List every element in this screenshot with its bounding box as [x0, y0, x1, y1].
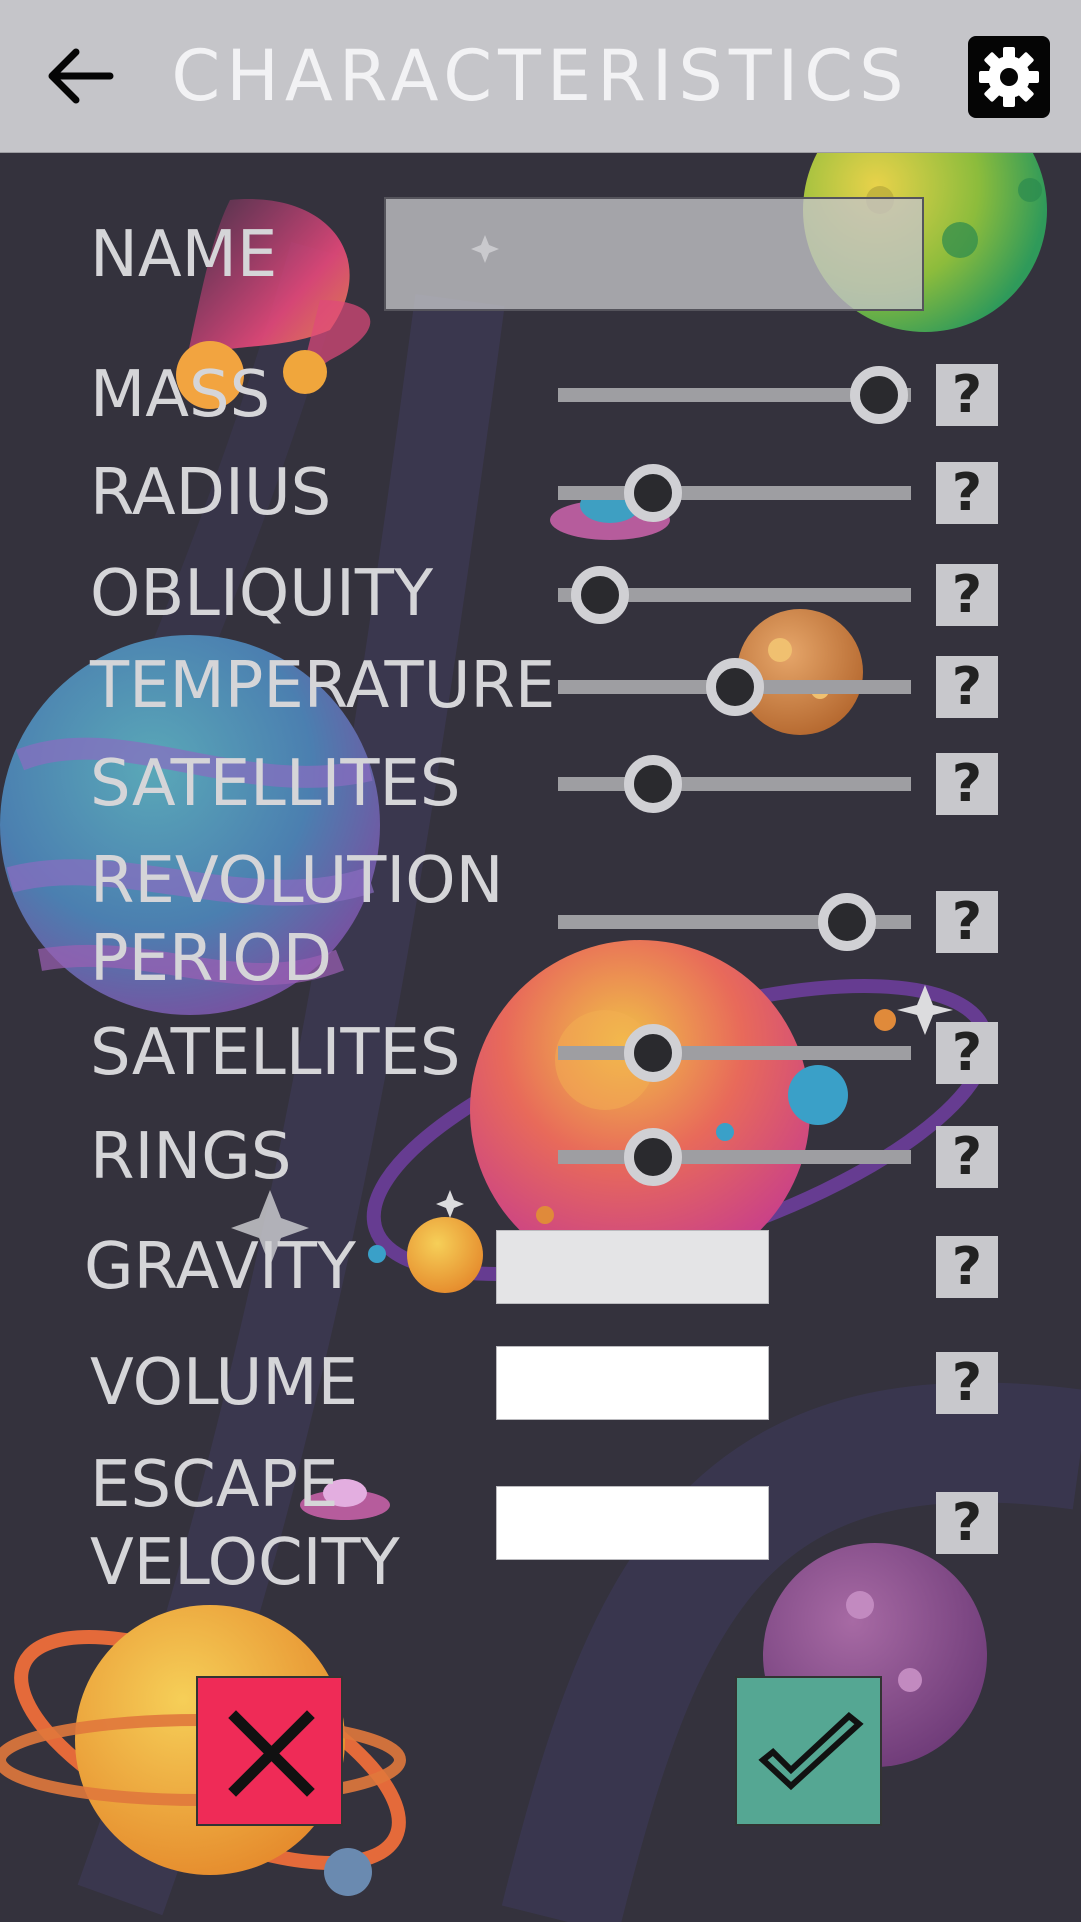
slider-thumb[interactable] [571, 566, 630, 624]
escape-velocity-label-line1: ESCAPE [90, 1448, 339, 1522]
revolution-period-label-line2: PERIOD [90, 922, 333, 996]
revolution-period-help-button[interactable]: ? [936, 891, 998, 953]
radius-slider[interactable] [558, 463, 911, 523]
rings-help-button[interactable]: ? [936, 1126, 998, 1188]
slider-thumb[interactable] [624, 755, 683, 813]
escape-velocity-help-button[interactable]: ? [936, 1492, 998, 1554]
temperature-label: TEMPERATURE [90, 649, 556, 723]
satellites-2-slider[interactable] [558, 1023, 911, 1083]
satellites-help-button[interactable]: ? [936, 753, 998, 815]
radius-help-button[interactable]: ? [936, 462, 998, 524]
gravity-help-button[interactable]: ? [936, 1236, 998, 1298]
radius-label: RADIUS [90, 456, 332, 530]
app-header: CHARACTERISTICS [0, 0, 1081, 153]
rings-label: RINGS [90, 1120, 292, 1194]
revolution-period-slider[interactable] [558, 892, 911, 952]
volume-field[interactable] [496, 1346, 769, 1420]
mass-label: MASS [90, 358, 271, 432]
slider-track [558, 777, 911, 791]
mass-slider[interactable] [558, 365, 911, 425]
mass-help-button[interactable]: ? [936, 364, 998, 426]
escape-velocity-field[interactable] [496, 1486, 769, 1560]
slider-thumb[interactable] [705, 658, 764, 716]
name-label: NAME [90, 218, 278, 292]
satellites-2-help-button[interactable]: ? [936, 1022, 998, 1084]
temperature-help-button[interactable]: ? [936, 656, 998, 718]
satellites-2-label: SATELLITES [90, 1016, 461, 1090]
slider-track [558, 1150, 911, 1164]
slider-track [558, 1046, 911, 1060]
obliquity-help-button[interactable]: ? [936, 564, 998, 626]
name-input[interactable] [384, 197, 924, 311]
slider-track [558, 486, 911, 500]
settings-button[interactable] [968, 36, 1050, 118]
volume-label: VOLUME [90, 1346, 358, 1420]
gravity-field[interactable] [496, 1230, 769, 1304]
temperature-slider[interactable] [558, 657, 911, 717]
escape-velocity-label: ESCAPE VELOCITY [90, 1446, 400, 1602]
obliquity-slider[interactable] [558, 565, 911, 625]
revolution-period-label-line1: REVOLUTION [90, 844, 504, 918]
satellites-slider[interactable] [558, 754, 911, 814]
satellites-label: SATELLITES [90, 747, 461, 821]
revolution-period-label: REVOLUTION PERIOD [90, 842, 503, 998]
slider-thumb[interactable] [818, 893, 877, 951]
slider-thumb[interactable] [850, 366, 909, 424]
slider-thumb[interactable] [624, 1128, 683, 1186]
cancel-button[interactable] [196, 1676, 343, 1826]
slider-thumb[interactable] [624, 1024, 683, 1082]
slider-thumb[interactable] [624, 464, 683, 522]
rings-slider[interactable] [558, 1127, 911, 1187]
confirm-button[interactable] [735, 1676, 882, 1826]
volume-help-button[interactable]: ? [936, 1352, 998, 1414]
page-title: CHARACTERISTICS [171, 35, 910, 117]
gravity-label: GRAVITY [84, 1230, 356, 1304]
escape-velocity-label-line2: VELOCITY [90, 1526, 400, 1600]
obliquity-label: OBLIQUITY [90, 557, 434, 631]
